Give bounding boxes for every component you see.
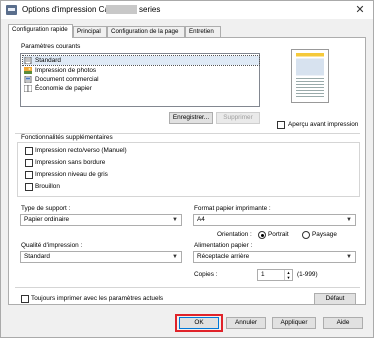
preset-item-standard[interactable]: Standard [22,55,260,66]
portrait-label: Portrait [268,231,289,238]
document-business-icon [24,76,32,83]
close-icon[interactable]: ✕ [353,3,367,17]
print-options-window: Options d'impression Canon series ✕ Conf… [0,0,374,338]
grayscale-checkbox[interactable] [25,171,33,179]
paper-saving-icon [24,85,32,92]
redacted-model-name [106,5,137,14]
preview-before-print-label: Aperçu avant impression [288,121,359,128]
features-label: Fonctionnalités supplémentaires [21,134,113,141]
ok-button[interactable]: OK [179,317,219,329]
preset-item-business[interactable]: Document commercial [23,75,259,84]
delete-preset-button[interactable]: Supprimer [216,112,260,124]
preset-item-photo[interactable]: Impression de photos [23,66,259,75]
cancel-button[interactable]: Annuler [226,317,266,329]
portrait-radio[interactable] [258,231,266,239]
copies-label: Copies : [194,271,218,278]
always-print-label: Toujours imprimer avec les paramètres ac… [31,295,164,302]
media-type-value: Papier ordinaire [24,216,70,223]
paper-size-label: Format papier imprimante : [194,205,271,212]
chevron-down-icon: ▼ [346,254,352,260]
grayscale-label: Impression niveau de gris [35,171,108,178]
print-quality-label: Qualité d'impression : [21,242,83,249]
preset-label: Impression de photos [35,67,97,74]
print-quality-value: Standard [24,253,50,260]
paper-source-select[interactable]: Réceptacle arrière ▼ [193,251,356,263]
title-bar: Options d'impression Canon series ✕ [1,1,373,19]
preset-label: Document commercial [35,76,99,83]
chevron-down-icon: ▼ [172,217,178,223]
copies-stepper[interactable]: 1 ▲ ▼ [257,269,293,281]
help-button[interactable]: Aide [323,317,363,329]
paper-source-value: Réceptacle arrière [197,253,250,260]
paper-source-label: Alimentation papier : [194,242,253,249]
window-title-suffix: series [139,5,161,14]
preview-text-lines [296,78,324,98]
landscape-radio[interactable] [302,231,310,239]
chevron-down-icon: ▼ [172,254,178,260]
printer-app-icon [6,5,17,15]
chevron-down-icon: ▼ [346,217,352,223]
borderless-label: Impression sans bordure [35,159,106,166]
preset-item-paper-saving[interactable]: Économie de papier [23,84,259,93]
landscape-label: Paysage [312,231,337,238]
save-preset-button[interactable]: Enregistrer... [169,112,213,124]
document-standard-icon [24,57,32,64]
presets-label: Paramètres courants [21,43,81,50]
divider [15,287,360,288]
draft-label: Brouillon [35,183,60,190]
photo-icon [24,67,32,74]
copies-value: 1 [261,271,265,278]
duplex-checkbox[interactable] [25,147,33,155]
borderless-checkbox[interactable] [25,159,33,167]
print-preview-thumbnail [291,49,329,103]
draft-checkbox[interactable] [25,183,33,191]
presets-list[interactable]: Standard Impression de photos Document c… [20,53,260,107]
apply-button[interactable]: Appliquer [272,317,316,329]
media-type-select[interactable]: Papier ordinaire ▼ [20,214,182,226]
tab-configuration-rapide[interactable]: Configuration rapide [8,24,73,38]
preset-label: Économie de papier [35,85,92,92]
preset-label: Standard [35,57,61,64]
orientation-label: Orientation : [217,231,252,238]
always-print-checkbox[interactable] [21,295,29,303]
default-button[interactable]: Défaut [314,293,356,305]
copies-range: (1-999) [297,271,318,278]
preview-before-print-checkbox[interactable] [277,121,285,129]
print-quality-select[interactable]: Standard ▼ [20,251,182,263]
spin-down-icon[interactable]: ▼ [284,275,292,280]
media-type-label: Type de support : [21,205,71,212]
duplex-label: Impression recto/verso (Manuel) [35,147,127,154]
paper-size-value: A4 [197,216,205,223]
paper-size-select[interactable]: A4 ▼ [193,214,356,226]
